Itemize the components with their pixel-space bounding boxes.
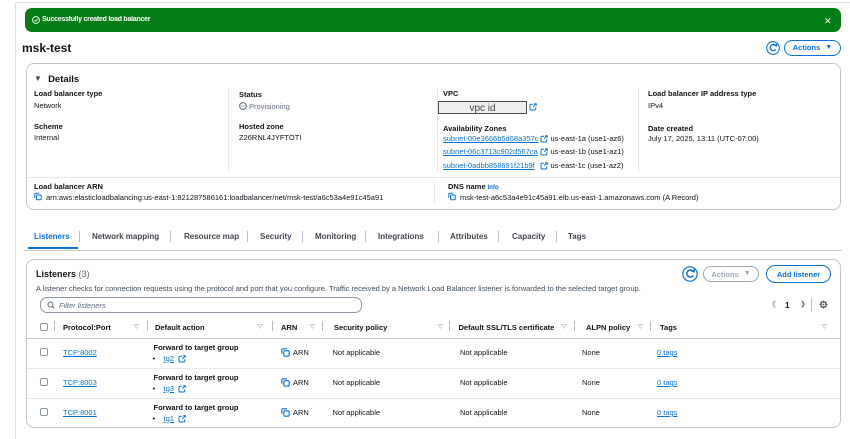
- svg-text:vpc id: vpc id: [469, 103, 495, 114]
